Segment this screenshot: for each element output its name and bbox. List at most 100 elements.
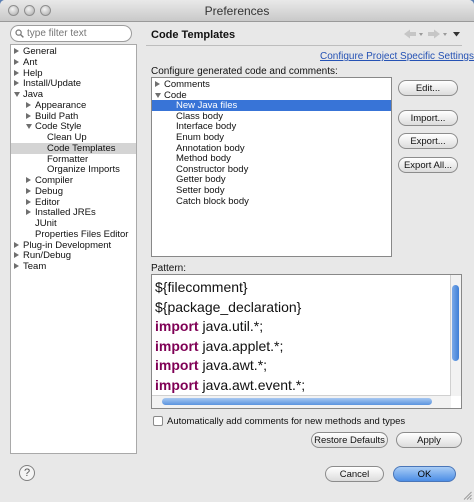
vertical-scrollbar[interactable] bbox=[450, 275, 461, 396]
sidebar-item-code-style[interactable]: Code Style bbox=[11, 121, 136, 132]
disclosure-collapsed-icon[interactable] bbox=[14, 69, 19, 76]
disclosure-collapsed-icon[interactable] bbox=[26, 209, 31, 216]
auto-comments-label[interactable]: Automatically add comments for new metho… bbox=[167, 416, 405, 427]
help-icon[interactable]: ? bbox=[19, 465, 35, 481]
forward-arrow-icon[interactable] bbox=[428, 29, 440, 39]
disclosure-collapsed-icon[interactable] bbox=[14, 241, 19, 248]
filter-input[interactable] bbox=[27, 27, 127, 40]
filter-field[interactable] bbox=[10, 25, 132, 42]
configure-project-settings-link[interactable]: Configure Project Specific Settings... bbox=[320, 51, 474, 62]
keyword: import bbox=[155, 357, 199, 373]
sidebar-item-code-templates[interactable]: Code Templates bbox=[11, 142, 136, 154]
template-item-constructor-body[interactable]: Constructor body bbox=[152, 164, 391, 175]
template-item-class-body[interactable]: Class body bbox=[152, 111, 391, 122]
template-item-setter-body[interactable]: Setter body bbox=[152, 185, 391, 196]
template-item-label: Setter body bbox=[176, 185, 225, 196]
vertical-scroll-thumb[interactable] bbox=[452, 285, 459, 361]
sidebar-item-label: Organize Imports bbox=[47, 164, 120, 176]
forward-menu-chevron-icon[interactable] bbox=[443, 33, 447, 36]
template-item-label: Annotation body bbox=[176, 142, 245, 154]
disclosure-collapsed-icon[interactable] bbox=[26, 112, 31, 119]
sidebar-item-label: Run/Debug bbox=[23, 250, 72, 262]
horizontal-scrollbar[interactable] bbox=[152, 395, 451, 408]
sidebar-item-organize-imports[interactable]: Organize Imports bbox=[11, 164, 136, 175]
sidebar-item-installed-jres[interactable]: Installed JREs bbox=[11, 207, 136, 218]
preferences-tree[interactable]: General Ant Help Install/Update Java Appearan… bbox=[10, 44, 137, 454]
sidebar-item-ant[interactable]: Ant bbox=[11, 57, 136, 68]
disclosure-collapsed-icon[interactable] bbox=[14, 58, 19, 65]
pattern-code[interactable]: ${filecomment} ${package_declaration} impo… bbox=[155, 278, 305, 395]
horizontal-scroll-thumb[interactable] bbox=[162, 398, 432, 405]
disclosure-collapsed-icon[interactable] bbox=[155, 81, 160, 87]
sidebar-item-appearance[interactable]: Appearance bbox=[11, 100, 136, 111]
disclosure-expanded-icon[interactable] bbox=[14, 92, 20, 97]
disclosure-collapsed-icon[interactable] bbox=[26, 101, 31, 108]
nav-arrows bbox=[404, 29, 460, 39]
export-button[interactable]: Export... bbox=[398, 133, 458, 149]
sidebar-item-label: Plug-in Development bbox=[23, 239, 112, 251]
sidebar-item-label: JUnit bbox=[35, 218, 57, 229]
sidebar-item-junit[interactable]: JUnit bbox=[11, 218, 136, 229]
view-menu-icon[interactable] bbox=[453, 32, 460, 37]
sidebar-item-label: General bbox=[23, 46, 57, 57]
template-item-interface-body[interactable]: Interface body bbox=[152, 121, 391, 132]
sidebar-item-general[interactable]: General bbox=[11, 46, 136, 57]
ok-button[interactable]: OK bbox=[393, 466, 456, 482]
apply-button[interactable]: Apply bbox=[396, 432, 462, 448]
disclosure-expanded-icon[interactable] bbox=[26, 124, 32, 130]
back-menu-chevron-icon[interactable] bbox=[419, 33, 423, 36]
sidebar-item-java[interactable]: Java bbox=[11, 89, 136, 100]
code-text: java.applet.*; bbox=[198, 337, 284, 354]
sidebar-item-install-update[interactable]: Install/Update bbox=[11, 78, 136, 89]
sidebar-item-build-path[interactable]: Build Path bbox=[11, 111, 136, 122]
sidebar-item-formatter[interactable]: Formatter bbox=[11, 154, 136, 165]
sidebar-item-team[interactable]: Team bbox=[11, 261, 136, 272]
templates-tree[interactable]: Comments Code New Java files Class body Inte… bbox=[151, 77, 392, 257]
sidebar-item-debug[interactable]: Debug bbox=[11, 186, 136, 197]
template-item-getter-body[interactable]: Getter body bbox=[152, 174, 391, 185]
edit-button[interactable]: Edit... bbox=[398, 80, 458, 96]
template-item-method-body[interactable]: Method body bbox=[152, 153, 391, 164]
sidebar-item-label: Ant bbox=[23, 56, 38, 68]
sidebar-item-compiler[interactable]: Compiler bbox=[11, 175, 136, 186]
export-all-button[interactable]: Export All... bbox=[398, 157, 458, 173]
sidebar-item-label: Debug bbox=[35, 185, 63, 197]
template-item-code[interactable]: Code bbox=[152, 90, 391, 101]
sidebar-item-help[interactable]: Help bbox=[11, 68, 136, 79]
template-item-label: Catch block body bbox=[176, 195, 249, 207]
import-button[interactable]: Import... bbox=[398, 110, 458, 126]
disclosure-collapsed-icon[interactable] bbox=[26, 187, 31, 194]
disclosure-collapsed-icon[interactable] bbox=[26, 198, 31, 205]
sidebar-item-label: Properties Files Editor bbox=[35, 228, 129, 240]
template-item-label: New Java files bbox=[176, 100, 238, 112]
template-item-label: Interface body bbox=[176, 121, 237, 133]
auto-comments-checkbox[interactable] bbox=[153, 416, 163, 426]
sidebar-item-plug-in-development[interactable]: Plug-in Development bbox=[11, 240, 136, 251]
back-arrow-icon[interactable] bbox=[404, 29, 416, 39]
sidebar-item-properties-files-editor[interactable]: Properties Files Editor bbox=[11, 229, 136, 240]
sidebar-item-run-debug[interactable]: Run/Debug bbox=[11, 250, 136, 261]
disclosure-expanded-icon[interactable] bbox=[155, 92, 161, 98]
template-item-catch-block-body[interactable]: Catch block body bbox=[152, 196, 391, 207]
pattern-line: ${package_declaration} bbox=[155, 298, 305, 318]
sidebar-item-editor[interactable]: Editor bbox=[11, 197, 136, 208]
pattern-editor[interactable]: ${filecomment} ${package_declaration} impo… bbox=[151, 274, 462, 409]
disclosure-collapsed-icon[interactable] bbox=[14, 252, 19, 259]
title-bar: Preferences bbox=[0, 0, 474, 22]
disclosure-collapsed-icon[interactable] bbox=[14, 48, 19, 54]
template-item-annotation-body[interactable]: Annotation body bbox=[152, 143, 391, 154]
disclosure-collapsed-icon[interactable] bbox=[14, 80, 19, 87]
disclosure-collapsed-icon[interactable] bbox=[14, 263, 19, 269]
pattern-label: Pattern: bbox=[151, 263, 187, 274]
sidebar-item-label: Help bbox=[23, 67, 43, 79]
disclosure-collapsed-icon[interactable] bbox=[26, 177, 31, 183]
sidebar-item-clean-up[interactable]: Clean Up bbox=[11, 132, 136, 143]
template-item-new-java-files[interactable]: New Java files bbox=[152, 100, 391, 112]
template-item-enum-body[interactable]: Enum body bbox=[152, 132, 391, 143]
restore-defaults-button[interactable]: Restore Defaults bbox=[311, 432, 388, 448]
cancel-button[interactable]: Cancel bbox=[325, 466, 384, 482]
preferences-window: Preferences GeneralAntHelpInstall/Update… bbox=[0, 0, 474, 502]
keyword: import bbox=[155, 337, 199, 354]
resize-grip-icon[interactable] bbox=[463, 491, 472, 500]
template-item-comments[interactable]: Comments bbox=[152, 79, 391, 90]
